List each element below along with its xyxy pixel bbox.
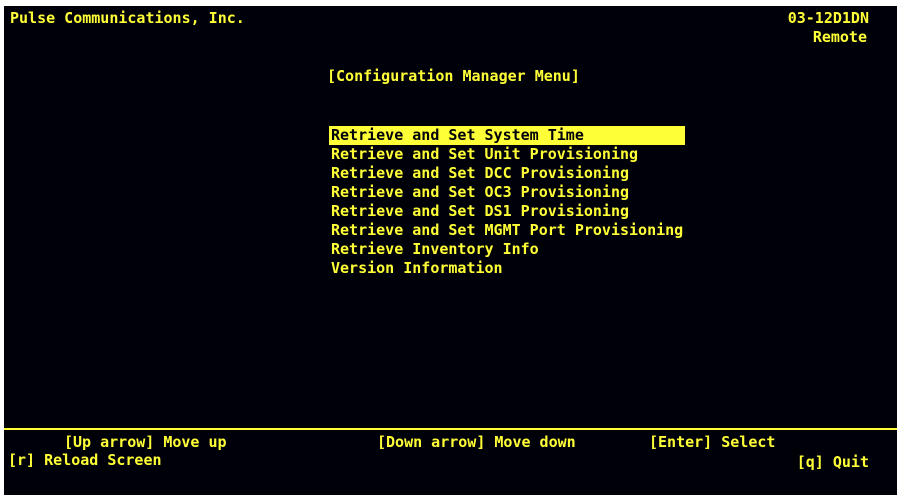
quit-key[interactable]: [q] Quit — [797, 454, 869, 471]
menu-item-version-information[interactable]: Version Information — [329, 259, 685, 278]
menu-item-system-time[interactable]: Retrieve and Set System Time — [329, 126, 686, 145]
menu-item-inventory-info[interactable]: Retrieve Inventory Info — [329, 240, 685, 259]
reload-screen-key[interactable]: [r] Reload Screen — [8, 452, 162, 469]
connection-mode: Remote — [812, 28, 867, 46]
menu-item-mgmt-port-provisioning[interactable]: Retrieve and Set MGMT Port Provisioning — [329, 221, 685, 240]
hint-select: [Enter] Select — [649, 433, 776, 451]
menu-item-ds1-provisioning[interactable]: Retrieve and Set DS1 Provisioning — [329, 202, 685, 221]
footer-divider — [4, 428, 897, 430]
unit-model: 03-12D1DN — [787, 9, 869, 27]
hint-move-up: [Up arrow] Move up — [64, 433, 227, 451]
menu-item-unit-provisioning[interactable]: Retrieve and Set Unit Provisioning — [329, 145, 685, 164]
configuration-menu: Retrieve and Set System Time Retrieve an… — [329, 126, 686, 278]
hint-move-down: [Down arrow] Move down — [377, 433, 576, 451]
menu-item-oc3-provisioning[interactable]: Retrieve and Set OC3 Provisioning — [329, 183, 685, 202]
menu-title: [Configuration Manager Menu] — [327, 67, 580, 85]
menu-item-dcc-provisioning[interactable]: Retrieve and Set DCC Provisioning — [329, 164, 685, 183]
terminal-screen: Pulse Communications, Inc. 03-12D1DN Rem… — [4, 6, 897, 495]
company-name: Pulse Communications, Inc. — [10, 9, 245, 27]
